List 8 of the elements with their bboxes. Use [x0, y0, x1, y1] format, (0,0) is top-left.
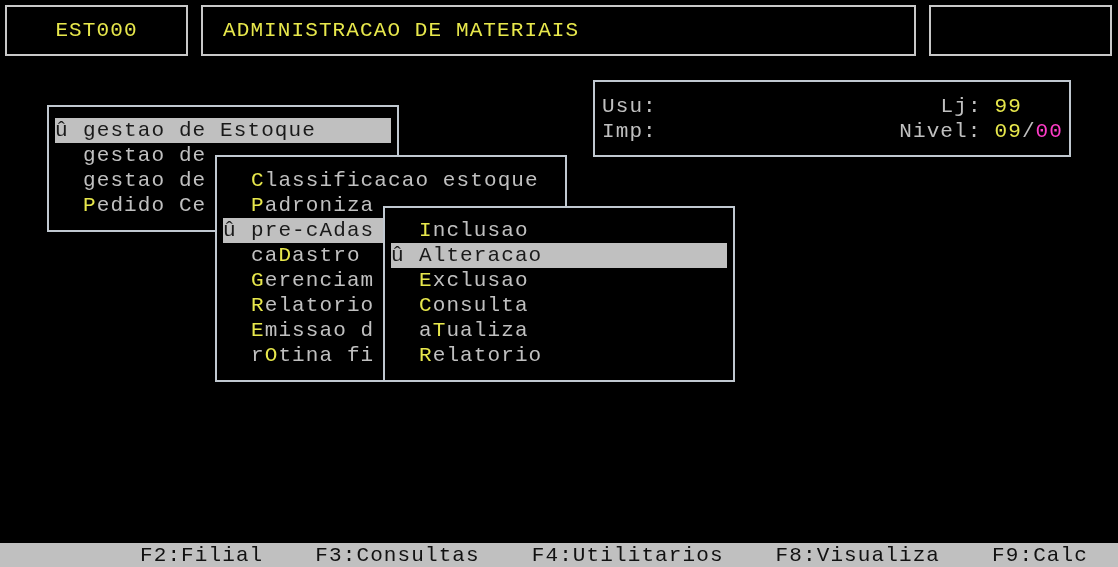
program-code: EST000 — [55, 19, 138, 42]
store-label: Lj: — [940, 94, 982, 119]
level-value: 09/00 — [994, 119, 1063, 144]
user-label: Usu: — [602, 94, 657, 119]
level-label: Nivel: — [899, 119, 982, 144]
store-value: 99 — [994, 94, 1022, 119]
screen-title: ADMINISTRACAO DE MATERIAIS — [223, 19, 580, 42]
printer-label: Imp: — [602, 119, 657, 144]
